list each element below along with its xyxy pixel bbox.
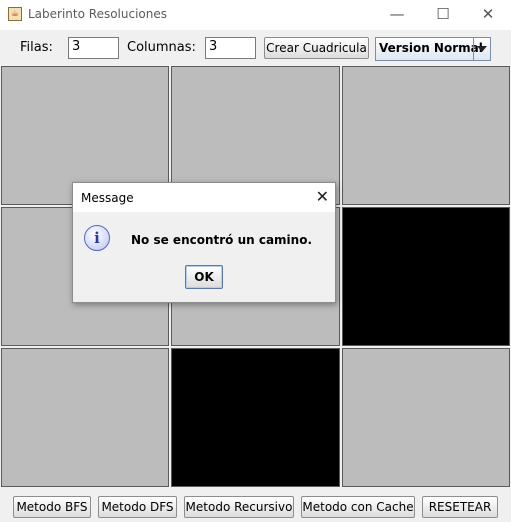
dialog-titlebar: Message ✕ — [73, 183, 335, 212]
dfs-button[interactable]: Metodo DFS — [98, 496, 177, 518]
maze-cell[interactable] — [1, 348, 170, 487]
window-title: Laberinto Resoluciones — [28, 7, 168, 21]
message-dialog: Message ✕ i No se encontró un camino. OK — [72, 182, 336, 303]
version-select[interactable]: Version Normal — [375, 37, 491, 61]
maze-cell[interactable] — [341, 66, 510, 205]
columnas-input[interactable]: 3 — [205, 37, 256, 59]
close-icon[interactable]: ✕ — [465, 0, 511, 30]
version-select-value: Version Normal — [379, 41, 483, 55]
cache-button[interactable]: Metodo con Cache — [301, 496, 415, 518]
java-app-icon: ☕ — [8, 7, 22, 21]
window-titlebar: ☕ Laberinto Resoluciones — ☐ ✕ — [0, 0, 511, 30]
info-icon: i — [84, 225, 110, 251]
bottom-toolbar: Metodo BFS Metodo DFS Metodo Recursivo M… — [0, 490, 511, 522]
reset-button[interactable]: RESETEAR — [422, 496, 498, 518]
minimize-icon[interactable]: — — [374, 0, 420, 30]
filas-label: Filas: — [20, 40, 53, 55]
chevron-down-icon[interactable] — [473, 38, 490, 60]
maze-cell[interactable] — [171, 348, 340, 487]
create-grid-button[interactable]: Crear Cuadricula — [264, 37, 369, 59]
close-icon[interactable]: ✕ — [316, 187, 329, 207]
columnas-label: Columnas: — [127, 40, 196, 55]
maze-cell[interactable] — [341, 348, 510, 487]
maze-cell[interactable] — [341, 207, 510, 346]
filas-input[interactable]: 3 — [68, 37, 119, 59]
bfs-button[interactable]: Metodo BFS — [13, 496, 91, 518]
ok-button[interactable]: OK — [185, 265, 223, 289]
recursive-button[interactable]: Metodo Recursivo — [184, 496, 294, 518]
maximize-icon[interactable]: ☐ — [420, 0, 466, 30]
dialog-title: Message — [81, 191, 134, 205]
dialog-message: No se encontró un camino. — [131, 233, 313, 247]
